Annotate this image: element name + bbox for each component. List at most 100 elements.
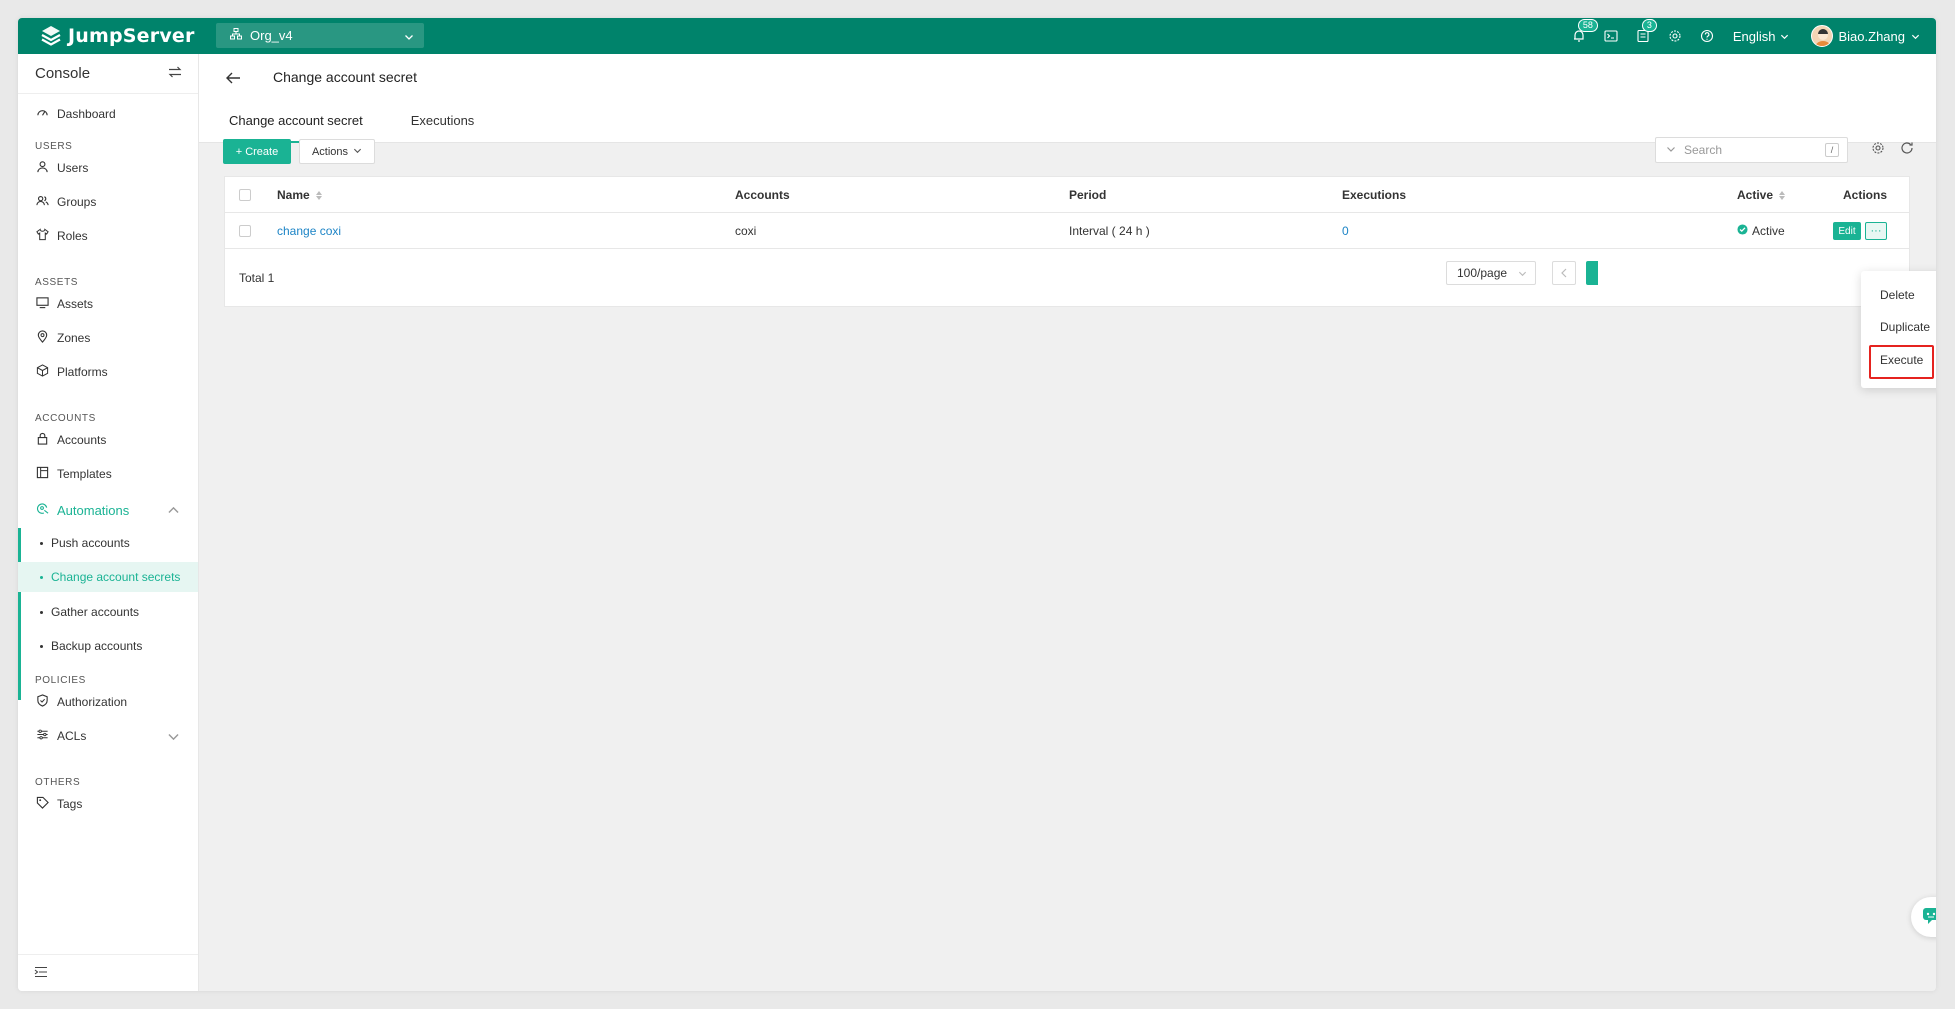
collapse-menu-icon[interactable] — [34, 966, 48, 981]
search-placeholder: Search — [1684, 143, 1723, 157]
chevron-down-icon — [1666, 143, 1676, 157]
back-arrow-icon[interactable] — [225, 71, 241, 88]
user-menu[interactable]: Biao.Zhang — [1810, 25, 1921, 47]
settings-icon[interactable] — [1871, 141, 1887, 157]
more-actions-button[interactable]: ··· — [1865, 222, 1887, 240]
page-header: Change account secret Change account sec… — [199, 54, 1936, 143]
search-input[interactable]: Search / — [1655, 137, 1848, 163]
sidebar-item-acls[interactable]: ACLs — [18, 722, 198, 750]
row-period: Interval ( 24 h ) — [1069, 224, 1150, 238]
highlight-box — [1869, 345, 1934, 379]
tab-change-account-secret[interactable]: Change account secret — [225, 98, 367, 143]
switch-view-icon[interactable] — [168, 65, 182, 82]
sidebar-header: Console — [18, 54, 198, 94]
actions-dropdown-button[interactable]: Actions — [299, 139, 375, 164]
chevron-down-icon — [1780, 29, 1789, 44]
column-header-active[interactable]: Active — [1737, 177, 1786, 213]
chevron-down-icon — [167, 730, 180, 746]
sidebar-subitem-change-account-secrets[interactable]: Change account secrets — [18, 562, 198, 592]
plus-icon: + — [235, 145, 243, 158]
org-selector[interactable]: Org_v4 — [216, 23, 424, 48]
sidebar-item-assets[interactable]: Assets — [18, 290, 198, 318]
row-accounts: coxi — [735, 224, 757, 238]
top-bar: JumpServer Org_v4 58 3 English Biao.Zhan… — [18, 18, 1936, 54]
sidebar-item-accounts[interactable]: Accounts — [18, 426, 198, 454]
help-icon[interactable] — [1697, 26, 1717, 46]
bullet-icon — [40, 610, 43, 614]
lock-icon — [36, 432, 49, 448]
brand-logo[interactable]: JumpServer — [40, 22, 195, 50]
sidebar-item-label: Roles — [57, 229, 88, 243]
bullet-icon — [40, 644, 43, 648]
menu-item-delete[interactable]: Delete — [1861, 281, 1936, 309]
sort-icon — [1779, 190, 1786, 200]
user-group-icon — [36, 194, 49, 210]
sidebar-subitem-backup-accounts[interactable]: Backup accounts — [18, 631, 198, 661]
sidebar-title: Console — [35, 65, 91, 82]
bullet-icon — [40, 541, 43, 545]
current-page-button[interactable] — [1586, 261, 1598, 285]
tickets-icon[interactable]: 3 — [1633, 19, 1657, 46]
sidebar-item-dashboard[interactable]: Dashboard — [18, 100, 198, 128]
sidebar-item-groups[interactable]: Groups — [18, 188, 198, 216]
prev-page-button[interactable] — [1552, 261, 1576, 285]
create-button[interactable]: + Create — [223, 139, 291, 164]
dashboard-icon — [36, 106, 49, 122]
sidebar-item-label: Assets — [57, 297, 94, 311]
sidebar-item-templates[interactable]: Templates — [18, 460, 198, 488]
table-row: change coxi coxi Interval ( 24 h ) 0 Act… — [225, 213, 1909, 249]
language-selector[interactable]: English — [1733, 29, 1789, 44]
sidebar-item-tags[interactable]: Tags — [18, 790, 198, 818]
row-name-link[interactable]: change coxi — [277, 213, 341, 249]
row-checkbox[interactable] — [239, 213, 251, 249]
chevron-down-icon — [404, 30, 414, 45]
page-size-value: 100/page — [1457, 266, 1508, 280]
sidebar-item-zones[interactable]: Zones — [18, 324, 198, 352]
tab-executions[interactable]: Executions — [407, 98, 479, 143]
sidebar-item-users[interactable]: Users — [18, 154, 198, 182]
menu-item-duplicate[interactable]: Duplicate — [1861, 313, 1936, 341]
tab-bar: Change account secret Executions — [225, 98, 478, 143]
terminal-icon[interactable] — [1601, 26, 1621, 46]
total-count: Total 1 — [239, 271, 275, 285]
table-header-row: Name Accounts Period Executions Active A… — [225, 177, 1909, 213]
sidebar-group-policies: POLICIES — [35, 675, 86, 686]
sidebar-item-label: Dashboard — [57, 107, 116, 121]
jumpserver-logo-icon — [40, 25, 62, 47]
bell-icon[interactable]: 58 — [1569, 19, 1598, 46]
row-actions: Edit ··· — [1833, 213, 1887, 249]
sidebar-item-automations[interactable]: Automations — [18, 496, 198, 524]
select-all-checkbox[interactable] — [239, 177, 251, 213]
chevron-down-icon — [353, 146, 362, 158]
row-executions-link[interactable]: 0 — [1342, 213, 1349, 249]
sidebar-item-authorization[interactable]: Authorization — [18, 688, 198, 716]
gear-icon[interactable] — [1665, 26, 1685, 46]
sidebar-item-label: Backup accounts — [51, 639, 143, 653]
chevron-left-icon — [1560, 266, 1568, 281]
brand-name: JumpServer — [68, 25, 195, 47]
column-header-executions: Executions — [1342, 188, 1407, 202]
column-header-name[interactable]: Name — [277, 177, 322, 213]
sidebar-item-roles[interactable]: Roles — [18, 222, 198, 250]
check-circle-icon — [1737, 224, 1748, 238]
page-size-select[interactable]: 100/page — [1446, 261, 1536, 285]
sidebar-item-label: Users — [57, 161, 89, 175]
chevron-up-icon — [167, 504, 180, 520]
column-header-actions: Actions — [1843, 188, 1888, 202]
sidebar-item-label: Automations — [57, 502, 130, 518]
avatar — [1810, 25, 1833, 47]
sidebar-item-label: Tags — [57, 797, 83, 811]
automation-icon — [36, 502, 49, 518]
refresh-icon[interactable] — [1900, 141, 1916, 157]
sidebar-subitem-gather-accounts[interactable]: Gather accounts — [18, 597, 198, 627]
edit-button[interactable]: Edit — [1833, 222, 1861, 240]
user-name: Biao.Zhang — [1838, 28, 1906, 44]
automation-table: Name Accounts Period Executions Active A… — [224, 176, 1910, 307]
sidebar-item-label: Change account secrets — [51, 570, 181, 584]
column-header-accounts: Accounts — [735, 188, 790, 202]
top-bar-actions: 58 3 English Biao.Zhang — [1569, 18, 1920, 54]
sidebar-item-platforms[interactable]: Platforms — [18, 358, 198, 386]
sidebar-item-label: Gather accounts — [51, 605, 140, 619]
chat-help-button[interactable] — [1911, 897, 1936, 937]
sidebar-subitem-push-accounts[interactable]: Push accounts — [18, 528, 198, 558]
